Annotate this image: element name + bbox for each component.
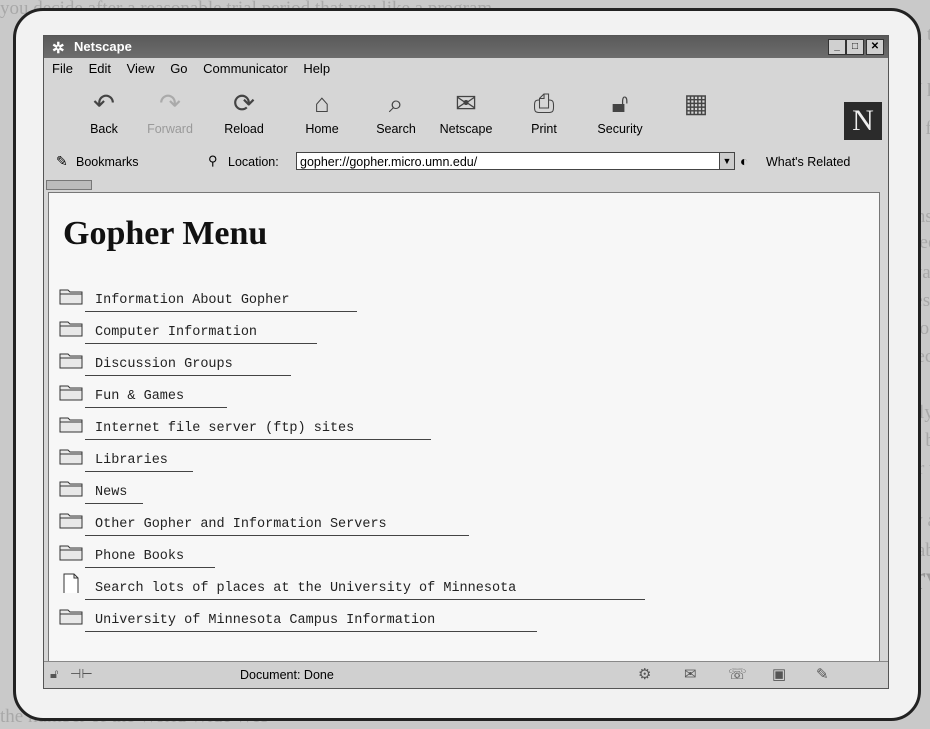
folder-icon [59, 513, 83, 529]
link-underline [85, 599, 645, 600]
search-icon: ⌕ [388, 88, 404, 118]
home-button[interactable]: ⌂ Home [290, 84, 354, 146]
security-button[interactable]: 🔓︎ Security [588, 84, 652, 146]
folder-icon [59, 353, 83, 369]
security-label: Security [597, 122, 643, 136]
menu-bar: File Edit View Go Communicator Help [52, 61, 342, 81]
search-label: Search [376, 122, 416, 136]
gopher-link[interactable]: Computer Information [95, 325, 257, 340]
forward-arrow-icon: ↷ [159, 88, 181, 118]
whats-related-icon: ◐ [740, 153, 749, 169]
menu-help[interactable]: Help [303, 61, 330, 76]
gopher-link[interactable]: University of Minnesota Campus Informati… [95, 613, 435, 628]
gopher-link[interactable]: Libraries [95, 453, 168, 468]
gopher-link[interactable]: Fun & Games [95, 389, 184, 404]
close-button[interactable]: ✕ [866, 39, 884, 55]
folder-icon [59, 289, 83, 305]
maximize-button[interactable]: □ [846, 39, 864, 55]
folder-icon [59, 545, 83, 561]
forward-label: Forward [147, 122, 193, 136]
gopher-link[interactable]: News [95, 485, 127, 500]
browser-window: ✲ Netscape _ □ ✕ File Edit View Go Commu… [43, 35, 889, 689]
page-content: Gopher Menu Information About Gopher Com… [48, 192, 880, 662]
minimize-button[interactable]: _ [828, 39, 846, 55]
security-lock-icon[interactable]: 🔓︎ [50, 666, 58, 682]
netscape-logo: N [844, 102, 882, 140]
url-dropdown-button[interactable]: ▼ [719, 152, 735, 170]
link-underline [85, 503, 143, 504]
home-icon: ⌂ [314, 88, 330, 118]
gopher-link[interactable]: Search lots of places at the University … [95, 581, 516, 596]
folder-icon [59, 321, 83, 337]
forward-button[interactable]: ↷ Forward [138, 84, 202, 146]
page-heading: Gopher Menu [63, 215, 268, 252]
gopher-link[interactable]: Internet file server (ftp) sites [95, 421, 354, 436]
status-bar: 🔓︎ ⊣⊢ Document: Done ⚙ ✉ ☏ ▣ ✎ [44, 661, 888, 688]
reload-icon: ⟳ [233, 88, 255, 118]
mail-component-icon[interactable]: ✉ [684, 665, 697, 683]
gopher-link[interactable]: Information About Gopher [95, 293, 289, 308]
menu-file[interactable]: File [52, 61, 73, 76]
link-underline [85, 535, 469, 536]
composer-component-icon[interactable]: ▣ [772, 665, 786, 683]
gopher-link[interactable]: Phone Books [95, 549, 184, 564]
link-underline [85, 311, 357, 312]
link-underline [85, 343, 317, 344]
folder-icon [59, 481, 83, 497]
stop-button[interactable]: ▦ [664, 84, 728, 146]
link-underline [85, 631, 537, 632]
link-underline [85, 567, 215, 568]
print-icon: ⎙ [533, 88, 555, 118]
print-label: Print [531, 122, 557, 136]
menu-view[interactable]: View [127, 61, 155, 76]
gopher-link[interactable]: Other Gopher and Information Servers [95, 517, 387, 532]
menu-edit[interactable]: Edit [89, 61, 111, 76]
back-button[interactable]: ↶ Back [72, 84, 136, 146]
link-underline [85, 471, 193, 472]
edit-component-icon[interactable]: ✎ [816, 665, 829, 683]
stop-icon: ▦ [683, 88, 709, 118]
document-icon [63, 573, 79, 593]
whats-related-button[interactable]: What's Related [766, 155, 850, 169]
netscape-label: Netscape [439, 122, 493, 136]
netscape-button[interactable]: ✉ Netscape [434, 84, 498, 146]
title-bar[interactable]: ✲ Netscape _ □ ✕ [44, 36, 888, 58]
folder-icon [59, 417, 83, 433]
gopher-link[interactable]: Discussion Groups [95, 357, 233, 372]
location-label: Location: [228, 155, 279, 169]
bookmarks-icon: ✎ [56, 153, 68, 169]
print-button[interactable]: ⎙ Print [512, 84, 576, 146]
menu-go[interactable]: Go [170, 61, 187, 76]
link-underline [85, 407, 227, 408]
home-label: Home [305, 122, 339, 136]
lock-icon: 🔓︎ [611, 88, 629, 118]
back-label: Back [90, 122, 118, 136]
location-bar: ✎ Bookmarks ⚲ Location: gopher://gopher.… [50, 151, 882, 175]
connection-plug-icon: ⊣⊢ [70, 666, 93, 681]
window-title: Netscape [74, 39, 132, 54]
reload-button[interactable]: ⟳ Reload [212, 84, 276, 146]
netscape-icon: ✉ [455, 88, 477, 118]
navigation-toolbar: ↶ Back ↷ Forward ⟳ Reload ⌂ Home ⌕ Searc… [50, 84, 882, 146]
location-icon: ⚲ [208, 153, 218, 168]
back-arrow-icon: ↶ [93, 88, 115, 118]
folder-icon [59, 449, 83, 465]
folder-icon [59, 609, 83, 625]
folder-icon [59, 385, 83, 401]
status-text: Document: Done [240, 668, 334, 682]
link-underline [85, 375, 291, 376]
navigator-component-icon[interactable]: ⚙ [638, 665, 651, 683]
discussion-component-icon[interactable]: ☏ [728, 665, 747, 683]
reload-label: Reload [224, 122, 264, 136]
personal-toolbar-tab[interactable] [46, 180, 92, 190]
menu-communicator[interactable]: Communicator [203, 61, 288, 76]
url-input[interactable]: gopher://gopher.micro.umn.edu/ [296, 152, 720, 170]
bookmarks-button[interactable]: Bookmarks [76, 155, 139, 169]
search-button[interactable]: ⌕ Search [364, 84, 428, 146]
netscape-app-icon: ✲ [52, 40, 65, 57]
link-underline [85, 439, 431, 440]
